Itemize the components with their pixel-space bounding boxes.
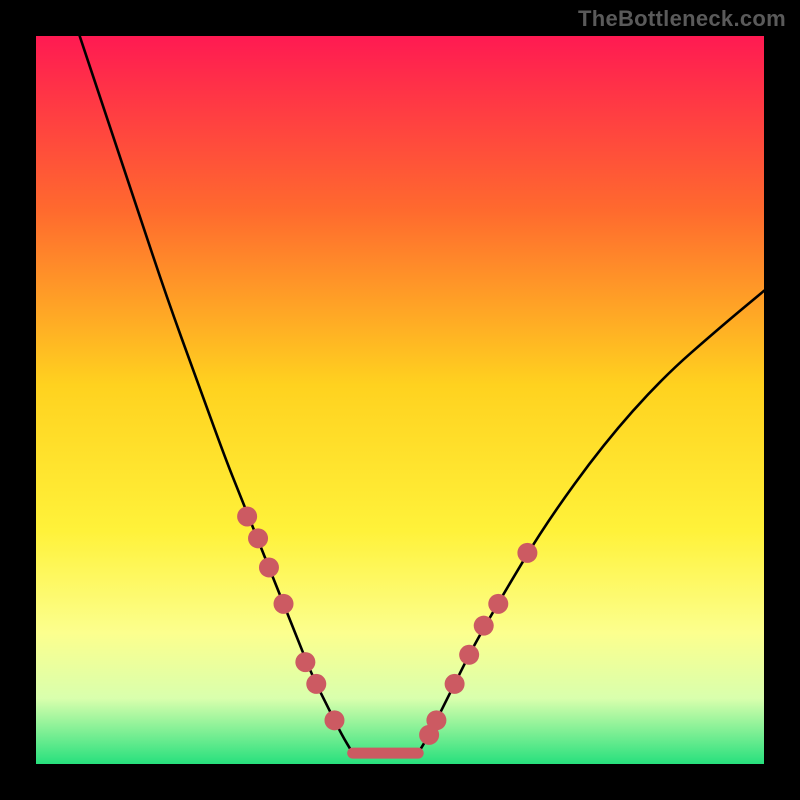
marker-dot (445, 674, 465, 694)
plot-area (36, 36, 764, 764)
marker-dot (459, 645, 479, 665)
marker-dot (474, 616, 494, 636)
marker-dot (237, 506, 257, 526)
marker-dot (517, 543, 537, 563)
marker-dot (274, 594, 294, 614)
marker-dot (259, 557, 279, 577)
marker-dot (295, 652, 315, 672)
marker-dot (248, 528, 268, 548)
bottleneck-chart (0, 0, 800, 800)
marker-dot (426, 710, 446, 730)
watermark-text: TheBottleneck.com (578, 6, 786, 32)
marker-dot (324, 710, 344, 730)
marker-dot (488, 594, 508, 614)
marker-dot (306, 674, 326, 694)
chart-container: TheBottleneck.com (0, 0, 800, 800)
